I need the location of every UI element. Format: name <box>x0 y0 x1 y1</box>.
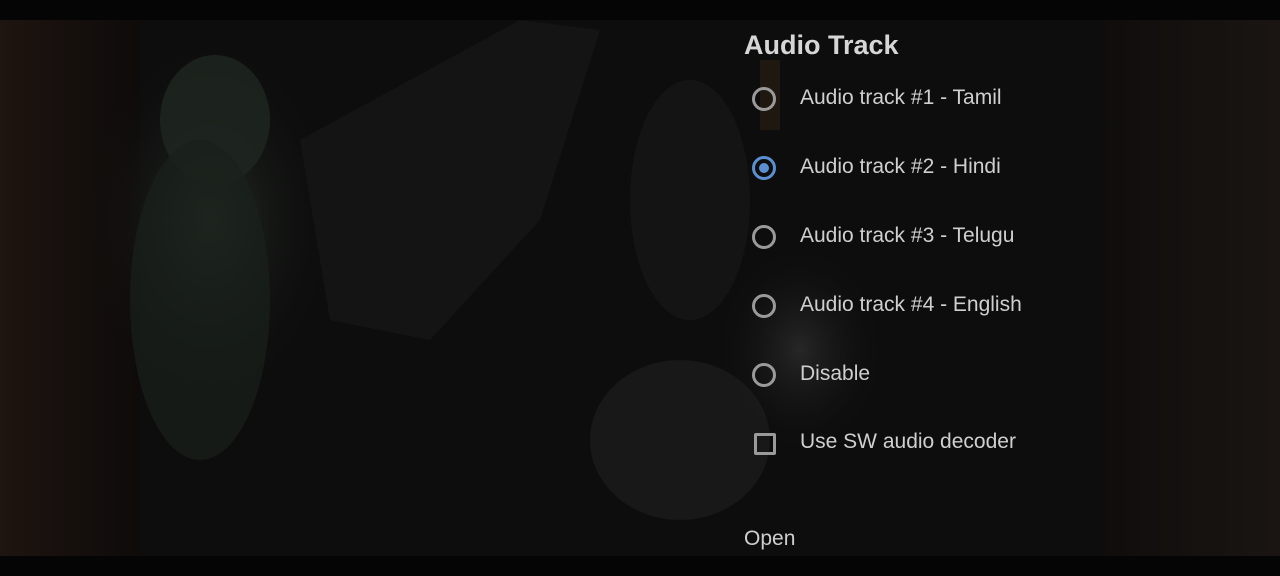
option-label: Audio track #4 - English <box>800 293 1022 316</box>
audio-track-option-1[interactable]: Audio track #1 - Tamil <box>744 73 1224 129</box>
audio-track-option-3[interactable]: Audio track #3 - Telugu <box>744 211 1224 267</box>
disable-audio-option[interactable]: Disable <box>744 349 1224 405</box>
menu-title: Audio Track <box>744 30 899 60</box>
option-label: Audio track #1 - Tamil <box>800 86 1002 109</box>
open-button[interactable]: Open <box>744 527 795 551</box>
option-label: Audio track #3 - Telugu <box>800 224 1015 247</box>
radio-button-selected[interactable] <box>752 156 776 180</box>
radio-button[interactable] <box>752 363 776 387</box>
top-letterbox <box>0 0 1280 20</box>
sw-audio-decoder-option[interactable]: Use SW audio decoder <box>744 417 1224 473</box>
audio-track-option-4[interactable]: Audio track #4 - English <box>744 280 1224 336</box>
audio-track-option-2[interactable]: Audio track #2 - Hindi <box>744 142 1224 198</box>
video-player-screen: Audio Track Audio track #1 - Tamil Audio… <box>0 0 1280 576</box>
option-label: Use SW audio decoder <box>800 430 1016 453</box>
option-label: Audio track #2 - Hindi <box>800 155 1001 178</box>
radio-button[interactable] <box>752 87 776 111</box>
bottom-letterbox <box>0 556 1280 576</box>
radio-button[interactable] <box>752 294 776 318</box>
audio-track-menu: Audio Track Audio track #1 - Tamil Audio… <box>744 20 1264 556</box>
checkbox[interactable] <box>754 433 776 455</box>
radio-selected-dot <box>759 163 769 173</box>
option-label: Disable <box>800 362 871 385</box>
radio-button[interactable] <box>752 225 776 249</box>
